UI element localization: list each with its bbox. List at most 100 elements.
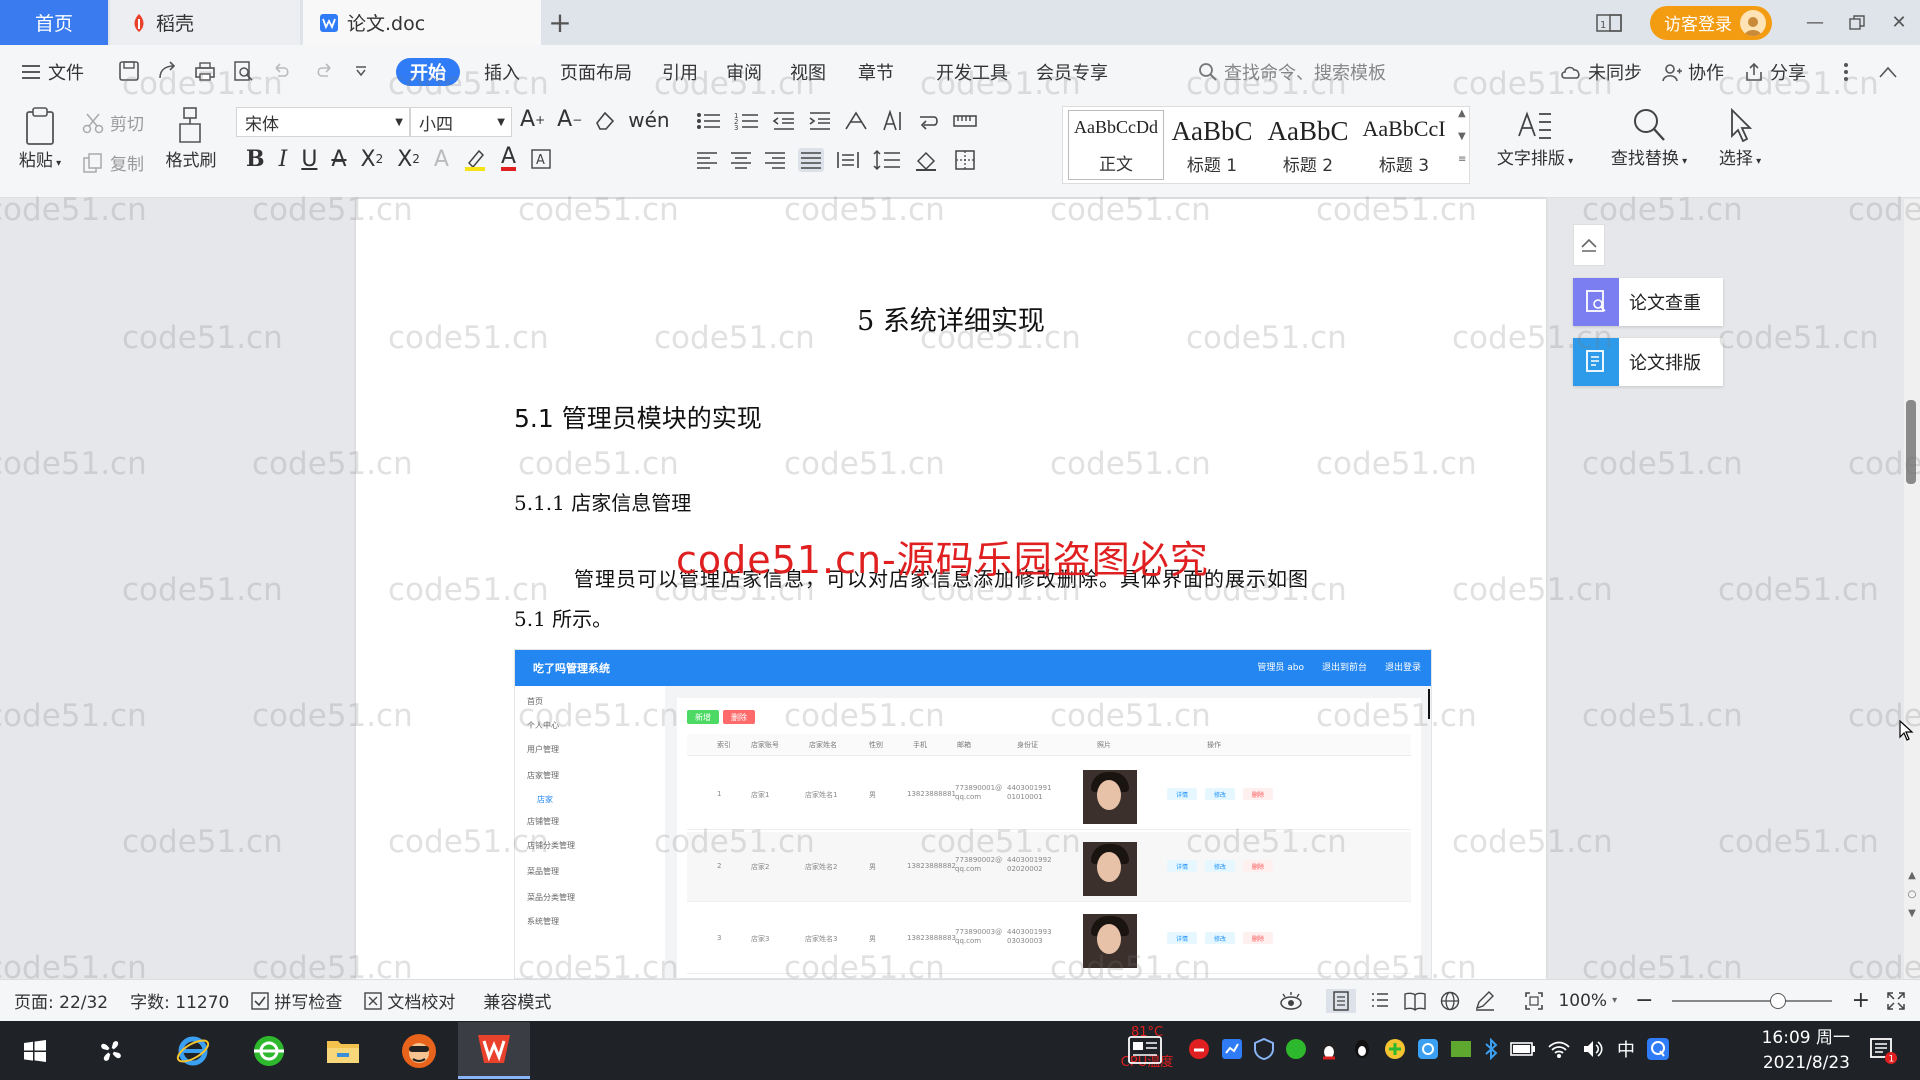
tray-shield-icon[interactable]	[1254, 1038, 1274, 1060]
style-card-2[interactable]: AaBbC 标题 2	[1260, 110, 1356, 180]
proofread-button[interactable]: 文档校对	[364, 988, 455, 1013]
close-icon[interactable]: ✕	[1878, 0, 1920, 45]
sort-icon[interactable]	[880, 110, 904, 132]
figure-screenshot[interactable]: 吃了吗管理系统 管理员 abo 退出到前台 退出登录 首页 个人中心 用户管理 店家管…	[514, 649, 1432, 979]
ribbon-tab-5[interactable]: 视图	[790, 58, 826, 86]
page-view-icon[interactable]	[1326, 988, 1357, 1013]
previous-page-icon[interactable]: ▲	[1908, 870, 1916, 881]
strikethrough-icon[interactable]: A	[331, 147, 346, 172]
tab-docer[interactable]: 稻壳	[110, 0, 300, 45]
tray-penguin-icon[interactable]	[1318, 1038, 1340, 1060]
next-page-icon[interactable]: ▼	[1908, 908, 1916, 919]
zoom-out-button[interactable]: −	[1635, 988, 1653, 1013]
show-marks-icon[interactable]	[916, 110, 940, 132]
browser-360-icon[interactable]	[238, 1022, 300, 1079]
reading-view-icon[interactable]	[1404, 991, 1427, 1011]
print-preview-icon[interactable]	[232, 60, 254, 82]
tray-app-red-icon[interactable]	[1188, 1038, 1210, 1060]
ribbon-tab-7[interactable]: 开发工具	[936, 58, 1008, 86]
style-card-3[interactable]: AaBbCcI 标题 3	[1356, 110, 1452, 180]
document-page[interactable]: 5 系统详细实现 5.1 管理员模块的实现 5.1.1 店家信息管理 管理员可以…	[356, 199, 1546, 979]
text-layout-button[interactable]: 文字排版 ▾	[1494, 106, 1576, 169]
minimize-icon[interactable]: —	[1794, 0, 1836, 45]
distributed-icon[interactable]	[836, 148, 860, 172]
thesis-layout-button[interactable]: 论文排版	[1573, 338, 1723, 386]
borders-icon[interactable]	[954, 148, 982, 172]
shrink-font-icon[interactable]: A −	[557, 107, 582, 132]
font-color-icon[interactable]: A	[500, 146, 517, 171]
increase-indent-icon[interactable]	[808, 110, 832, 132]
tray-plus-icon[interactable]	[1384, 1038, 1406, 1060]
file-explorer-icon[interactable]	[312, 1022, 374, 1079]
line-spacing-icon[interactable]	[872, 148, 902, 172]
collapse-panel-button[interactable]	[1573, 224, 1605, 266]
write-mode-icon[interactable]	[1474, 990, 1496, 1011]
wps-writer-icon[interactable]	[458, 1022, 530, 1079]
styles-scroll[interactable]: ▲ ▼ ≡	[1458, 108, 1466, 165]
ribbon-tab-8[interactable]: 会员专享	[1036, 58, 1108, 86]
style-card-1[interactable]: AaBbC 标题 1	[1164, 110, 1260, 180]
tab-document[interactable]: 论文.doc	[303, 0, 541, 45]
ribbon-tab-0[interactable]: 开始	[396, 58, 460, 86]
wifi-icon[interactable]	[1547, 1039, 1571, 1059]
export-icon[interactable]	[156, 60, 178, 82]
justify-icon[interactable]	[798, 148, 824, 172]
ruler-icon[interactable]	[952, 110, 978, 132]
page-count[interactable]: 页面: 22/32	[14, 988, 108, 1013]
guest-login-button[interactable]: 访客登录	[1650, 5, 1772, 40]
tray-qq-icon[interactable]	[1351, 1038, 1373, 1060]
zoom-level-select[interactable]: 100% ▾	[1558, 991, 1617, 1011]
outline-view-icon[interactable]	[1370, 991, 1390, 1011]
command-search[interactable]: 查找命令、搜索模板	[1198, 58, 1386, 86]
fullscreen-icon[interactable]	[1886, 991, 1906, 1011]
tray-360-icon[interactable]	[1285, 1038, 1307, 1060]
thesis-check-button[interactable]: 论文查重	[1573, 278, 1723, 326]
more-options-icon[interactable]	[1843, 58, 1849, 86]
tray-chart-icon[interactable]	[1221, 1038, 1243, 1060]
grow-font-icon[interactable]: A +	[520, 107, 545, 132]
pinwheel-app-icon[interactable]	[80, 1022, 142, 1079]
chevron-up-icon[interactable]: ▲	[1458, 108, 1466, 119]
chevron-down-icon[interactable]: ▼	[1458, 131, 1466, 142]
volume-icon[interactable]	[1582, 1039, 1606, 1059]
vertical-scrollbar[interactable]	[1904, 199, 1920, 979]
font-name-select[interactable]: 宋体 ▼	[236, 107, 410, 137]
ribbon-tab-4[interactable]: 审阅	[726, 58, 762, 86]
italic-icon[interactable]: I	[279, 147, 288, 172]
highlight-icon[interactable]	[463, 147, 487, 171]
format-painter-button[interactable]: 格式刷	[160, 106, 222, 171]
text-effect-icon[interactable]: A	[434, 147, 449, 172]
ribbon-tab-6[interactable]: 章节	[858, 58, 894, 86]
chinese-layout-icon[interactable]	[844, 110, 868, 132]
select-button[interactable]: 选择 ▾	[1708, 106, 1772, 169]
decrease-indent-icon[interactable]	[772, 110, 796, 132]
tray-nvidia-icon[interactable]	[1450, 1038, 1472, 1060]
ime-q-icon[interactable]	[1646, 1037, 1670, 1061]
font-size-select[interactable]: 小四 ▼	[410, 107, 512, 137]
fit-page-icon[interactable]	[1524, 991, 1544, 1011]
collaborate-button[interactable]: 协作	[1662, 58, 1724, 86]
find-replace-button[interactable]: 查找替换 ▾	[1604, 106, 1694, 169]
bullet-list-icon[interactable]	[696, 110, 722, 132]
notification-center-icon[interactable]: 1	[1868, 1036, 1898, 1066]
monkey-app-icon[interactable]	[388, 1022, 450, 1079]
expand-gallery-icon[interactable]: ≡	[1458, 154, 1466, 165]
save-icon[interactable]	[118, 60, 140, 82]
restore-icon[interactable]	[1836, 0, 1878, 45]
zoom-in-button[interactable]: +	[1852, 988, 1870, 1013]
numbered-list-icon[interactable]: 123	[734, 110, 760, 132]
bluetooth-icon[interactable]	[1483, 1038, 1499, 1060]
character-border-icon[interactable]: A	[530, 148, 552, 170]
tab-home[interactable]: 首页	[0, 0, 108, 45]
taskbar-clock[interactable]: 16:09 周一 2021/8/23	[1762, 1026, 1850, 1076]
shading-icon[interactable]	[914, 148, 942, 172]
subscript-icon[interactable]: X2	[397, 147, 420, 172]
word-count[interactable]: 字数: 11270	[130, 988, 229, 1013]
sync-status-button[interactable]: 未同步	[1560, 58, 1642, 86]
clear-format-icon[interactable]	[594, 107, 616, 132]
tray-camera-icon[interactable]	[1417, 1038, 1439, 1060]
eye-protection-icon[interactable]	[1278, 991, 1304, 1011]
internet-explorer-icon[interactable]	[162, 1022, 224, 1079]
news-widget-icon[interactable]	[1128, 1036, 1162, 1064]
underline-icon[interactable]: U	[301, 147, 317, 172]
